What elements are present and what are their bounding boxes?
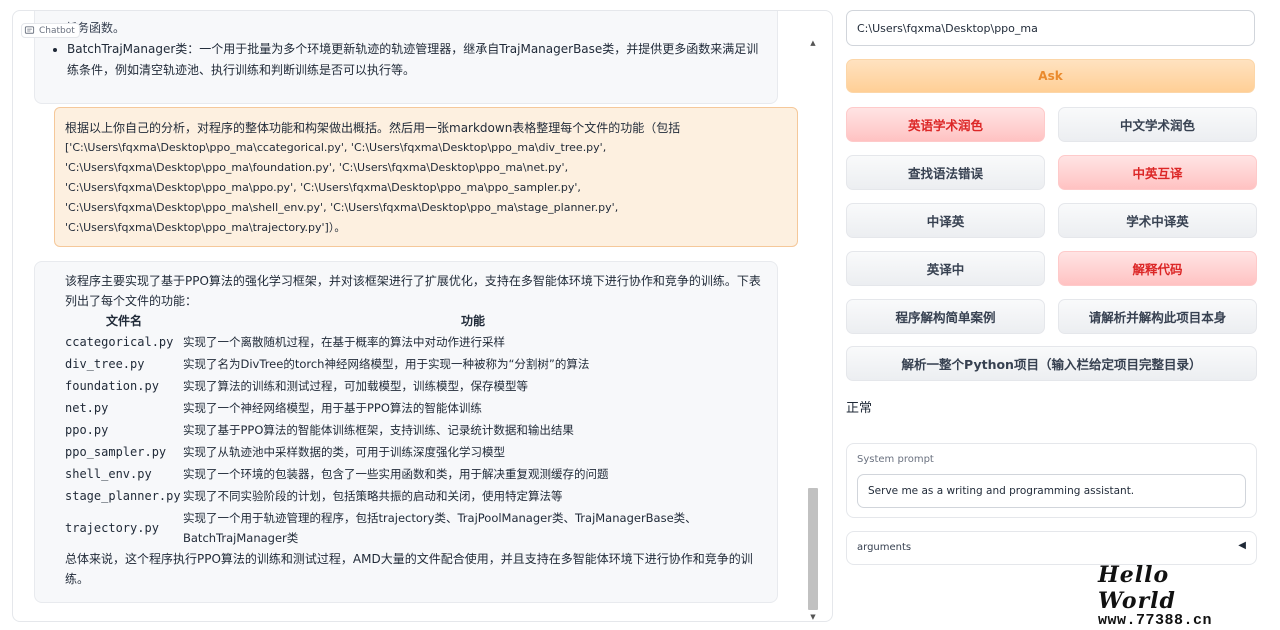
academic-cn-to-en-button[interactable]: 学术中译英 <box>1058 203 1257 238</box>
table-row: shell_env.py 实现了一个环境的包装器，包含了一些实用函数和类，用于解决… <box>65 463 763 485</box>
cell-function: 实现了名为DivTree的torch神经网络模型，用于实现一种被称为“分割树”的… <box>183 357 590 371</box>
table-row: stage_planner.py 实现了不同实验阶段的计划，包括策略共振的启动和关… <box>65 485 763 507</box>
scroll-track[interactable] <box>806 50 820 610</box>
list-item: BatchTrajManager类：一个用于批量为多个环境更新轨迹的轨迹管理器，… <box>67 39 761 81</box>
table-row: net.py 实现了一个神经网络模型，用于基于PPO算法的智能体训练 <box>65 397 763 419</box>
cell-function: 实现了一个神经网络模型，用于基于PPO算法的智能体训练 <box>183 401 482 415</box>
path-line: 'C:\Users\fqxma\Desktop\ppo_ma\foundatio… <box>65 161 569 174</box>
system-prompt-label: System prompt <box>857 454 934 465</box>
user-message: 根据以上你自己的分析，对程序的整体功能和构架做出概括。然后用一张markdown… <box>54 107 798 247</box>
chatbot-label: Chatbot <box>21 23 80 38</box>
cell-function: 实现了从轨迹池中采样数据的类，可用于训练深度强化学习模型 <box>183 445 505 459</box>
header-function: 功能 <box>460 314 485 328</box>
ask-button[interactable]: Ask <box>846 59 1255 93</box>
cell-filename: trajectory.py <box>65 521 159 535</box>
cn-en-translate-button[interactable]: 中英互译 <box>1058 155 1257 190</box>
user-message-paths: ['C:\Users\fqxma\Desktop\ppo_ma\ccategor… <box>65 138 787 238</box>
header-filename: 文件名 <box>105 314 142 328</box>
bullet-list: BatchTrajManager类：一个用于批量为多个环境更新轨迹的轨迹管理器，… <box>65 39 761 81</box>
cell-filename: ccategorical.py <box>65 335 174 349</box>
bot-message: 该程序主要实现了基于PPO算法的强化学习框架，并对该框架进行了扩展优化，支持在多… <box>34 261 778 603</box>
table-row: ccategorical.py 实现了一个离散随机过程，在基于概率的算法中对动作进… <box>65 331 763 353</box>
bot-message-intro: 该程序主要实现了基于PPO算法的强化学习框架，并对该框架进行了扩展优化，支持在多… <box>65 274 761 308</box>
cell-function: 实现了一个用于轨迹管理的程序，包括trajectory类、TrajPoolMan… <box>183 511 697 545</box>
status-text: 正常 <box>846 401 873 416</box>
watermark-title: Hello World <box>1098 562 1176 614</box>
project-path-input[interactable] <box>846 10 1255 46</box>
cell-function: 实现了不同实验阶段的计划，包括策略共振的启动和关闭，使用特定算法等 <box>183 489 563 503</box>
path-line: 'C:\Users\fqxma\Desktop\ppo_ma\shell_env… <box>65 201 619 214</box>
table-row: foundation.py 实现了算法的训练和测试过程，可加载模型，训练模型，保存… <box>65 375 763 397</box>
scroll-thumb[interactable] <box>808 488 818 610</box>
chatbot-label-text: Chatbot <box>39 25 75 36</box>
grammar-check-button[interactable]: 查找语法错误 <box>846 155 1045 190</box>
chat-scrollbar[interactable]: ▲ ▼ <box>806 38 820 621</box>
cell-filename: ppo.py <box>65 423 109 437</box>
truncated-line: 任务函数。 <box>65 21 126 35</box>
collapse-arrow-icon[interactable]: ◀ <box>1238 540 1246 551</box>
chinese-polish-button[interactable]: 中文学术润色 <box>1058 107 1257 142</box>
system-prompt-input[interactable] <box>857 474 1246 508</box>
arguments-label: arguments <box>857 542 912 553</box>
watermark-url: www.77388.cn <box>1098 612 1213 629</box>
cell-filename: net.py <box>65 401 109 415</box>
simple-case-button[interactable]: 程序解构简单案例 <box>846 299 1045 334</box>
cell-filename: div_tree.py <box>65 357 145 371</box>
chat-icon <box>24 26 35 34</box>
scroll-down-arrow-icon[interactable]: ▼ <box>808 612 818 621</box>
table-header-row: 文件名 功能 <box>65 311 763 331</box>
chat-scroll-area[interactable]: 任务函数。 BatchTrajManager类：一个用于批量为多个环境更新轨迹的… <box>13 11 818 621</box>
table-row: ppo_sampler.py 实现了从轨迹池中采样数据的类，可用于训练深度强化学习… <box>65 441 763 463</box>
chatbot-panel: Chatbot 任务函数。 BatchTrajManager类：一个用于批量为多… <box>12 10 833 622</box>
cell-function: 实现了一个环境的包装器，包含了一些实用函数和类，用于解决重复观测缓存的问题 <box>183 467 609 481</box>
cell-function: 实现了算法的训练和测试过程，可加载模型，训练模型，保存模型等 <box>183 379 528 393</box>
cell-filename: stage_planner.py <box>65 489 181 503</box>
user-message-intro: 根据以上你自己的分析，对程序的整体功能和构架做出概括。然后用一张markdown… <box>65 121 681 135</box>
explain-code-button[interactable]: 解释代码 <box>1058 251 1257 286</box>
bot-message-summary: 总体来说，这个程序执行PPO算法的训练和测试过程，AMD大量的文件配合使用，并且… <box>65 552 753 586</box>
english-polish-button[interactable]: 英语学术润色 <box>846 107 1045 142</box>
bot-message-previous: 任务函数。 BatchTrajManager类：一个用于批量为多个环境更新轨迹的… <box>34 11 778 104</box>
cell-filename: shell_env.py <box>65 467 152 481</box>
system-prompt-box: System prompt <box>846 443 1257 518</box>
path-line: 'C:\Users\fqxma\Desktop\ppo_ma\ppo.py', … <box>65 181 581 194</box>
watermark: Hello World www.77388.cn <box>1098 562 1248 629</box>
arguments-accordion[interactable]: arguments ◀ <box>846 531 1257 565</box>
path-line: 'C:\Users\fqxma\Desktop\ppo_ma\trajector… <box>65 221 346 234</box>
table-row: div_tree.py 实现了名为DivTree的torch神经网络模型，用于实现… <box>65 353 763 375</box>
file-function-table: 文件名 功能 ccategorical.py 实现了一个离散随机过程，在基于概率的… <box>65 311 763 549</box>
cell-function: 实现了一个离散随机过程，在基于概率的算法中对动作进行采样 <box>183 335 505 349</box>
cell-filename: foundation.py <box>65 379 159 393</box>
scroll-up-arrow-icon[interactable]: ▲ <box>808 38 818 48</box>
cell-filename: ppo_sampler.py <box>65 445 167 459</box>
table-row: trajectory.py 实现了一个用于轨迹管理的程序，包括trajectory… <box>65 507 763 549</box>
path-line: ['C:\Users\fqxma\Desktop\ppo_ma\ccategor… <box>65 141 607 154</box>
cell-function: 实现了基于PPO算法的智能体训练框架，支持训练、记录统计数据和输出结果 <box>183 423 574 437</box>
cn-to-en-button[interactable]: 中译英 <box>846 203 1045 238</box>
parse-self-button[interactable]: 请解析并解构此项目本身 <box>1058 299 1257 334</box>
parse-python-project-button[interactable]: 解析一整个Python项目（输入栏给定项目完整目录） <box>846 346 1257 381</box>
en-to-cn-button[interactable]: 英译中 <box>846 251 1045 286</box>
table-row: ppo.py 实现了基于PPO算法的智能体训练框架，支持训练、记录统计数据和输出结… <box>65 419 763 441</box>
